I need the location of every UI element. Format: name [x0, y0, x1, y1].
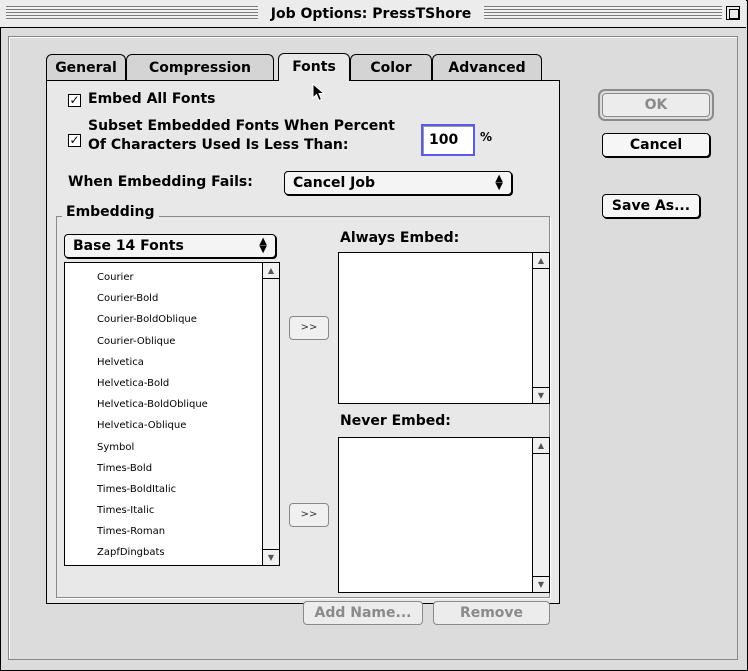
list-item[interactable]: Helvetica [97, 352, 262, 373]
always-embed-label: Always Embed: [340, 230, 460, 246]
always-embed-scrollbar[interactable]: ▲ ▼ [532, 253, 549, 403]
list-item[interactable]: Courier-Oblique [97, 331, 262, 352]
list-item[interactable]: ZapfDingbats [97, 542, 262, 563]
add-name-button[interactable]: Add Name... [303, 601, 423, 625]
scroll-down-arrow-icon[interactable]: ▼ [533, 387, 549, 403]
mouse-cursor-icon [312, 83, 326, 102]
embedding-fails-value: Cancel Job [293, 175, 376, 191]
list-item[interactable]: Courier-BoldOblique [97, 309, 262, 330]
embedding-fails-popup[interactable]: Cancel Job ▲ ▼ [284, 171, 512, 195]
add-to-never-embed-button[interactable]: >> [289, 503, 329, 527]
ok-button[interactable]: OK [602, 93, 710, 117]
embed-all-fonts-checkbox[interactable]: ✓ [68, 94, 81, 107]
embedding-fails-label: When Embedding Fails: [68, 174, 253, 190]
list-item[interactable]: Times-BoldItalic [97, 479, 262, 500]
list-item[interactable]: Times-Bold [97, 458, 262, 479]
subset-fonts-label-line1[interactable]: Subset Embedded Fonts When Percent [88, 118, 395, 134]
subset-fonts-checkbox[interactable]: ✓ [68, 134, 81, 147]
remove-button[interactable]: Remove [433, 601, 550, 625]
list-item[interactable]: Helvetica-Oblique [97, 415, 262, 436]
list-item[interactable]: Helvetica-Bold [97, 373, 262, 394]
add-to-always-embed-button[interactable]: >> [289, 316, 329, 340]
never-embed-label: Never Embed: [340, 413, 451, 429]
available-fonts-list[interactable]: Courier Courier-Bold Courier-BoldOblique… [64, 262, 280, 566]
popup-arrows-icon: ▲ ▼ [495, 173, 503, 192]
list-item[interactable]: Symbol [97, 437, 262, 458]
scroll-up-arrow-icon[interactable]: ▲ [533, 438, 549, 454]
font-list-scrollbar[interactable]: ▲ ▼ [262, 263, 279, 565]
scroll-down-arrow-icon[interactable]: ▼ [533, 576, 549, 592]
font-source-value: Base 14 Fonts [73, 238, 184, 254]
scroll-up-arrow-icon[interactable]: ▲ [263, 263, 279, 279]
save-as-button[interactable]: Save As... [602, 194, 700, 218]
always-embed-list[interactable]: ▲ ▼ [338, 252, 550, 404]
list-item[interactable]: Times-Italic [97, 500, 262, 521]
cancel-button[interactable]: Cancel [602, 133, 710, 157]
subset-percent-input[interactable] [423, 126, 473, 154]
never-embed-list[interactable]: ▲ ▼ [338, 437, 550, 593]
subset-percent-field[interactable] [421, 124, 475, 156]
list-item[interactable]: Courier-Bold [97, 288, 262, 309]
popup-arrows-icon: ▲ ▼ [259, 236, 267, 255]
embed-all-fonts-label[interactable]: Embed All Fonts [88, 91, 215, 107]
list-item[interactable]: Times-Roman [97, 521, 262, 542]
embedding-group-label: Embedding [62, 204, 159, 220]
list-item[interactable]: Helvetica-BoldOblique [97, 394, 262, 415]
percent-unit: % [480, 130, 493, 144]
scroll-up-arrow-icon[interactable]: ▲ [533, 253, 549, 269]
scroll-down-arrow-icon[interactable]: ▼ [263, 549, 279, 565]
font-source-popup[interactable]: Base 14 Fonts ▲ ▼ [64, 234, 276, 258]
list-item[interactable]: Courier [97, 267, 262, 288]
never-embed-scrollbar[interactable]: ▲ ▼ [532, 438, 549, 592]
subset-fonts-label-line2[interactable]: Of Characters Used Is Less Than: [88, 137, 349, 153]
